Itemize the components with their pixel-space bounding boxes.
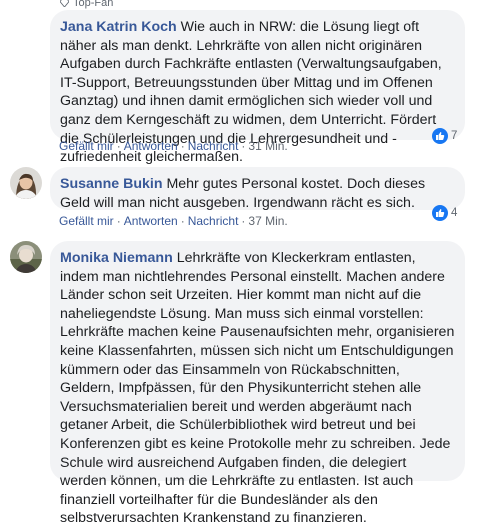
avatar-image (10, 241, 42, 273)
like-icon (432, 205, 448, 221)
message-link[interactable]: Nachricht (188, 214, 239, 228)
comment-text: Lehrkräfte von Kleckerkram entlasten, in… (60, 250, 455, 527)
comment-bubble: Monika Niemann Lehrkräfte von Kleckerkra… (50, 241, 465, 526)
like-link[interactable]: Gefällt mir (59, 214, 114, 228)
reply-link[interactable]: Antworten (124, 214, 178, 228)
reaction-number: 7 (451, 130, 458, 142)
reaction-count[interactable]: 4 (432, 205, 457, 221)
comment-author[interactable]: Monika Niemann (60, 250, 173, 266)
like-link[interactable]: Gefällt mir (59, 139, 114, 153)
avatar-image (10, 167, 42, 199)
comment-time[interactable]: 37 Min. (248, 214, 287, 228)
reaction-count[interactable]: 7 (432, 128, 457, 144)
reaction-number: 4 (451, 207, 458, 219)
comment-author[interactable]: Jana Katrin Koch (60, 19, 177, 35)
top-fan-badge: Top-Fan (60, 0, 113, 9)
comment-author[interactable]: Susanne Bukin (60, 176, 163, 192)
comment-bubble: Susanne Bukin Mehr gutes Personal kostet… (50, 167, 465, 211)
comment-time[interactable]: 31 Min. (248, 139, 287, 153)
gem-icon (60, 0, 69, 7)
comment-actions: Gefällt mir · Antworten · Nachricht · 37 Min. (59, 214, 288, 228)
avatar[interactable] (10, 241, 42, 273)
comment-bubble: Jana Katrin Koch Wie auch in NRW: die Lö… (50, 10, 465, 165)
reply-link[interactable]: Antworten (124, 139, 178, 153)
top-fan-label: Top-Fan (73, 0, 114, 9)
like-icon (432, 128, 448, 144)
message-link[interactable]: Nachricht (188, 139, 239, 153)
comment-actions: Gefällt mir · Antworten · Nachricht · 31 Min. (59, 139, 288, 153)
avatar[interactable] (10, 167, 42, 199)
